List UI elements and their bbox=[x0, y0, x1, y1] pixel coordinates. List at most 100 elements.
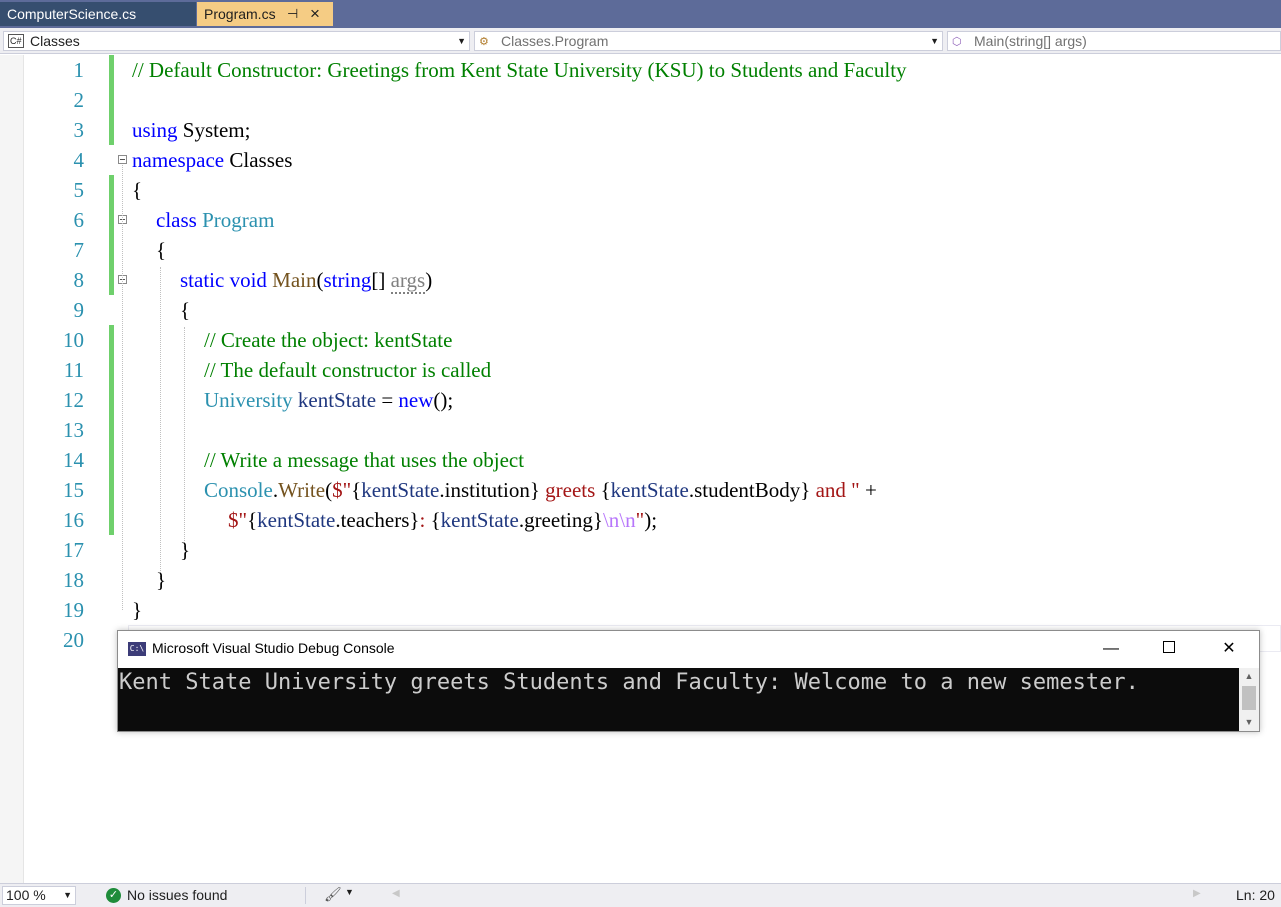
line-indicator[interactable]: Ln: 20 bbox=[1236, 887, 1275, 903]
member-greeting: .greeting bbox=[518, 508, 593, 532]
scroll-right-icon[interactable]: ▶ bbox=[1193, 888, 1201, 899]
line-number: 18 bbox=[63, 568, 84, 592]
minimize-button[interactable]: — bbox=[1088, 635, 1134, 663]
console-output-area[interactable]: Kent State University greets Students an… bbox=[118, 668, 1239, 731]
string-literal: " bbox=[635, 508, 645, 532]
code-editor[interactable]: 1 2 3 4 5 6 7 8 9 10 11 12 13 14 15 16 1… bbox=[0, 55, 1281, 883]
zoom-dropdown[interactable]: 100 % ▼ bbox=[2, 886, 76, 905]
interp-brace: } bbox=[800, 478, 811, 502]
variable-kentstate: kentState bbox=[361, 478, 440, 502]
escape-sequence: \n\n bbox=[602, 508, 636, 532]
project-dropdown[interactable]: C# Classes ▼ bbox=[3, 31, 470, 51]
line-number: 3 bbox=[73, 118, 85, 142]
statement-end: ); bbox=[644, 508, 658, 532]
string-literal: : bbox=[419, 508, 431, 532]
comment: // Default Constructor: Greetings from K… bbox=[132, 58, 907, 82]
method-icon: ⬡ bbox=[952, 36, 962, 48]
code-line-12[interactable]: University kentState = new(); bbox=[204, 385, 453, 415]
scroll-up-icon[interactable]: ▲ bbox=[1239, 668, 1259, 684]
tab-program-cs[interactable]: Program.cs ⊣ × bbox=[197, 2, 333, 26]
comment: // Create the object: kentState bbox=[204, 328, 453, 352]
code-line-9[interactable]: { bbox=[180, 295, 190, 325]
line-number: 16 bbox=[63, 508, 84, 532]
code-line-17[interactable]: } bbox=[180, 535, 190, 565]
line-number: 10 bbox=[63, 328, 84, 352]
method-name: Main bbox=[272, 268, 317, 292]
issues-status[interactable]: No issues found bbox=[127, 887, 227, 903]
navigation-bar: C# Classes ▼ ⚙ Classes.Program ▼ ⬡ Main(… bbox=[0, 28, 1281, 54]
line-number: 17 bbox=[63, 538, 84, 562]
code-line-19[interactable]: } bbox=[132, 595, 142, 625]
interp-brace: { bbox=[430, 508, 441, 532]
chevron-down-icon: ▼ bbox=[930, 36, 939, 46]
code-line-11[interactable]: // The default constructor is called bbox=[204, 355, 491, 385]
parameter-args: args bbox=[390, 268, 426, 294]
string-literal: $" bbox=[228, 508, 248, 532]
variable-kentstate: kentState bbox=[440, 508, 519, 532]
string-literal: greets bbox=[539, 478, 601, 502]
code-line-4[interactable]: namespace Classes bbox=[132, 145, 292, 175]
code-line-8[interactable]: static void Main(string[] args) bbox=[180, 265, 432, 295]
class-dropdown[interactable]: ⚙ Classes.Program ▼ bbox=[474, 31, 943, 51]
comment: // The default constructor is called bbox=[204, 358, 492, 382]
console-scrollbar[interactable]: ▲ ▼ bbox=[1239, 668, 1259, 731]
maximize-button[interactable] bbox=[1146, 635, 1192, 663]
scroll-left-icon[interactable]: ◀ bbox=[392, 888, 400, 899]
line-number: 20 bbox=[63, 628, 84, 652]
tab-computerscience-cs[interactable]: ComputerScience.cs bbox=[0, 2, 196, 26]
document-tab-strip: ComputerScience.cs Program.cs ⊣ × bbox=[0, 0, 1281, 28]
tab-label: Program.cs bbox=[204, 6, 276, 22]
close-brace: } bbox=[156, 568, 167, 592]
code-line-15[interactable]: Console.Write($"{kentState.institution} … bbox=[204, 475, 877, 505]
code-line-5[interactable]: { bbox=[132, 175, 142, 205]
code-line-1[interactable]: // Default Constructor: Greetings from K… bbox=[132, 55, 907, 85]
check-circle-icon[interactable]: ✓ bbox=[106, 888, 121, 903]
line-number: 19 bbox=[63, 598, 84, 622]
array-brackets: [] bbox=[371, 268, 391, 292]
interp-brace: } bbox=[529, 478, 540, 502]
member-dropdown-label: Main(string[] args) bbox=[974, 33, 1087, 49]
console-titlebar[interactable]: C:\ Microsoft Visual Studio Debug Consol… bbox=[118, 631, 1259, 668]
chevron-down-icon: ▼ bbox=[63, 890, 72, 900]
code-line-10[interactable]: // Create the object: kentState bbox=[204, 325, 452, 355]
debug-console-window[interactable]: C:\ Microsoft Visual Studio Debug Consol… bbox=[117, 630, 1260, 732]
paren: ( bbox=[325, 478, 333, 502]
line-number: 14 bbox=[63, 448, 84, 472]
line-number: 8 bbox=[73, 268, 85, 292]
code-line-6[interactable]: class Program bbox=[156, 205, 274, 235]
console-title: Microsoft Visual Studio Debug Console bbox=[152, 640, 395, 656]
keyword-string: string bbox=[323, 268, 372, 292]
chevron-down-icon[interactable]: ▼ bbox=[345, 887, 354, 897]
scroll-down-icon[interactable]: ▼ bbox=[1239, 714, 1259, 730]
statement-end: (); bbox=[433, 388, 454, 412]
line-number: 5 bbox=[73, 178, 85, 202]
code-line-3[interactable]: using System; bbox=[132, 115, 250, 145]
close-icon[interactable]: × bbox=[310, 2, 320, 26]
keyword-using: using bbox=[132, 118, 178, 142]
member-dropdown[interactable]: ⬡ Main(string[] args) bbox=[947, 31, 1281, 51]
close-brace: } bbox=[180, 538, 191, 562]
paren: ) bbox=[425, 268, 433, 292]
collapse-namespace-toggle[interactable] bbox=[118, 155, 127, 164]
pin-icon[interactable]: ⊣ bbox=[287, 2, 298, 26]
outline-guide bbox=[122, 165, 123, 610]
code-line-7[interactable]: { bbox=[156, 235, 166, 265]
code-cleanup-brush-icon[interactable]: 🖌 bbox=[324, 886, 342, 903]
indent-guide bbox=[160, 267, 161, 579]
variable-kentstate: kentState bbox=[610, 478, 689, 502]
close-button[interactable]: ✕ bbox=[1206, 635, 1252, 663]
line-number: 15 bbox=[63, 478, 84, 502]
divider bbox=[305, 887, 306, 904]
scrollbar-thumb[interactable] bbox=[1242, 686, 1256, 710]
line-number: 12 bbox=[63, 388, 84, 412]
code-line-16[interactable]: $"{kentState.teachers}: {kentState.greet… bbox=[228, 505, 657, 535]
code-line-14[interactable]: // Write a message that uses the object bbox=[204, 445, 524, 475]
code-line-18[interactable]: } bbox=[156, 565, 166, 595]
editor-margin bbox=[0, 55, 24, 883]
interp-brace: { bbox=[247, 508, 258, 532]
string-literal: and " bbox=[810, 478, 860, 502]
operator-assign: = bbox=[376, 388, 399, 412]
variable-kentstate: kentState bbox=[297, 388, 377, 412]
console-app-icon: C:\ bbox=[128, 642, 146, 656]
line-number: 7 bbox=[73, 238, 85, 262]
